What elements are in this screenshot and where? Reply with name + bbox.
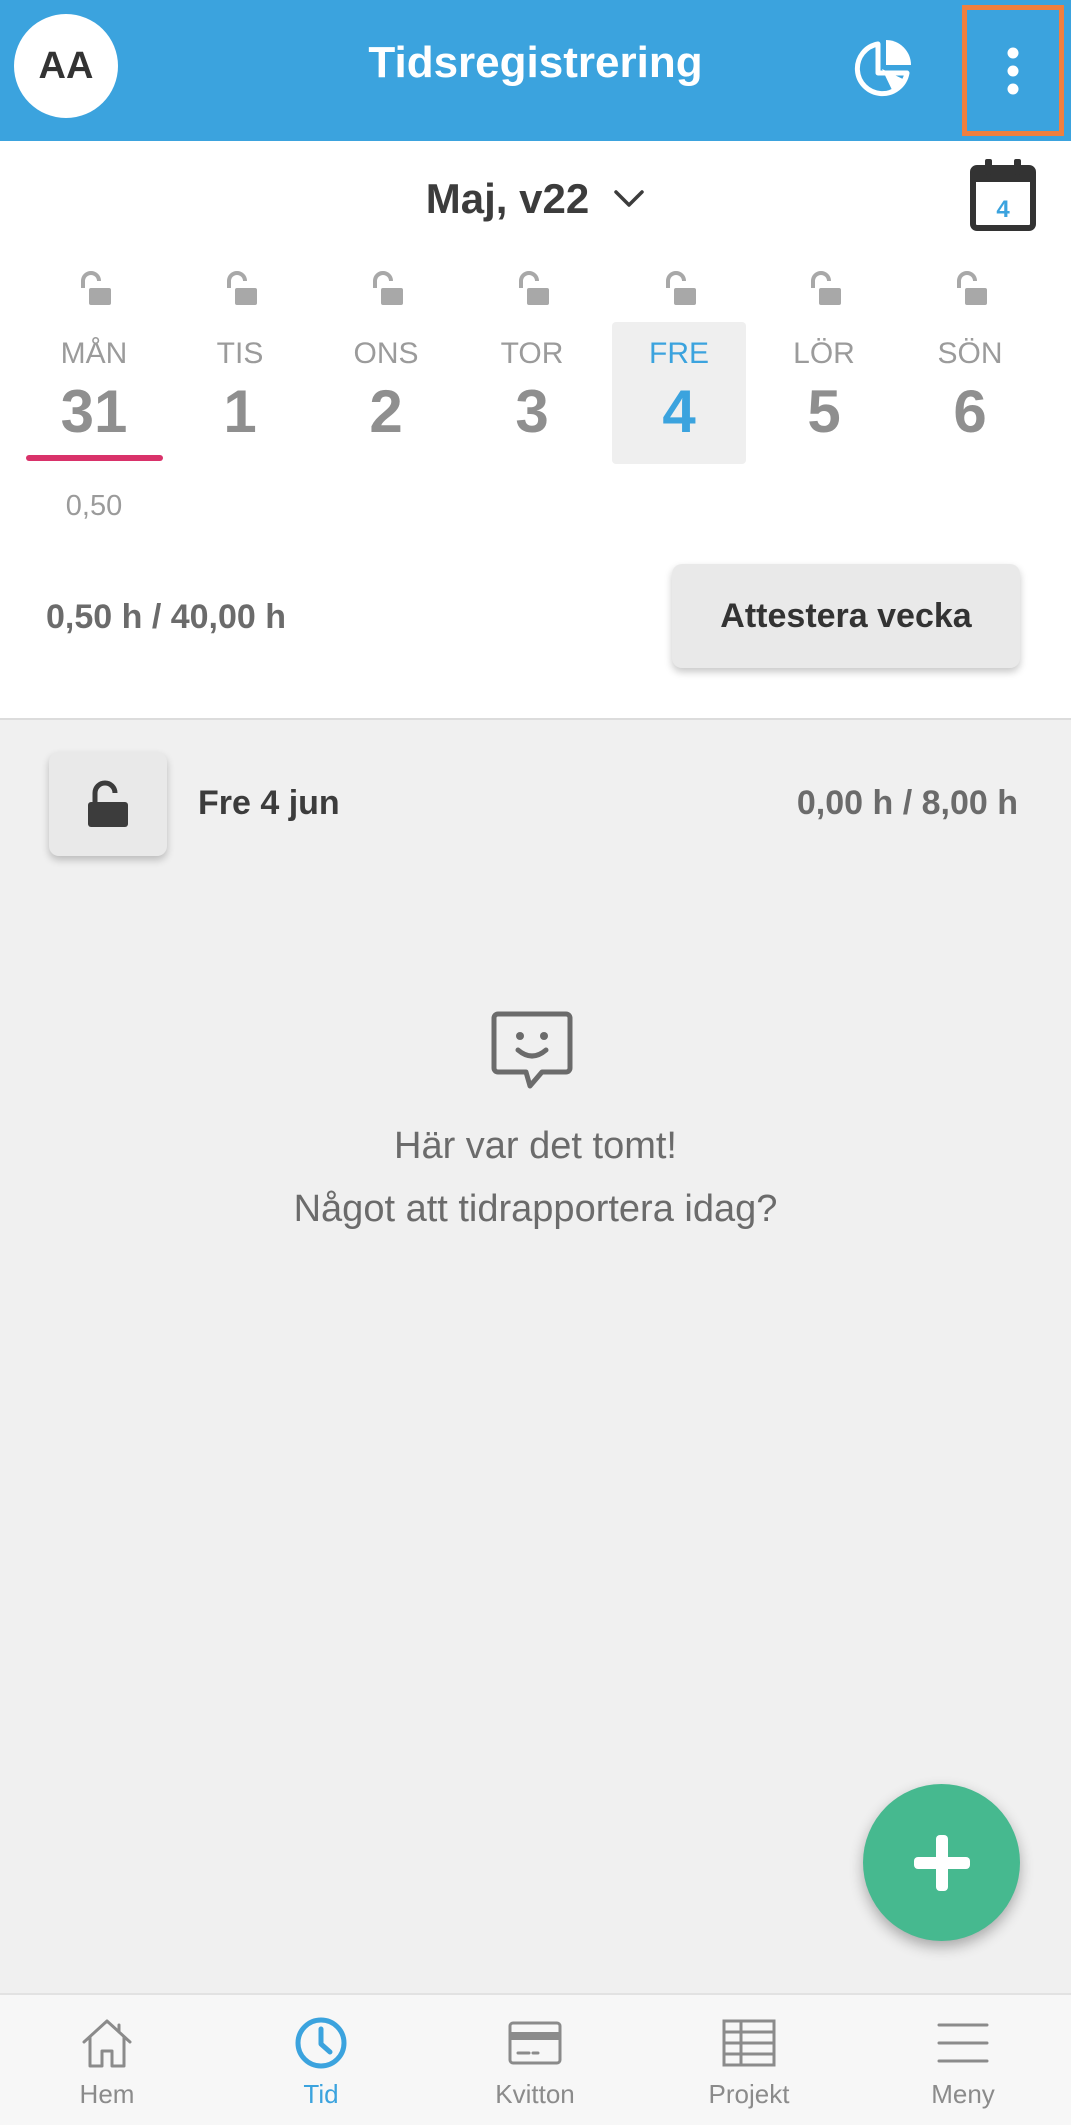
day-number: 31 [60,378,128,445]
day-total-hours: 0,00 h / 8,00 h [796,784,1018,822]
day-name: TIS [216,337,264,370]
unlocked-icon [666,271,696,305]
day-name: MÅN [60,337,128,370]
day-name: TOR [500,337,564,370]
day-number: 6 [953,378,987,445]
empty-state-subtitle: Något att tidrapportera idag? [293,1188,778,1230]
day-monday[interactable]: MÅN 31 [27,269,161,445]
unlocked-icon [227,271,257,305]
nav-label: Kvitton [495,2079,575,2109]
unlocked-icon [957,271,987,305]
unlocked-icon [519,271,549,305]
nav-item-receipts[interactable]: Kvitton [428,1995,642,2125]
day-name: LÖR [793,337,855,370]
day-wednesday[interactable]: ONS 2 [319,269,453,445]
day-name: SÖN [937,337,1003,370]
day-number: 2 [369,378,403,445]
home-icon [82,2019,132,2068]
credit-card-icon [508,2021,562,2065]
calendar-icon: 4 [970,159,1036,231]
calendar-button[interactable]: 4 [968,157,1038,233]
pie-chart-icon [854,40,911,97]
nav-label: Tid [303,2079,339,2109]
day-friday[interactable]: FRE 4 [612,271,746,464]
day-name: ONS [353,337,419,370]
day-number: 5 [807,378,841,445]
app-bar: AA Tidsregistrering [0,0,1071,141]
clock-icon [295,2017,347,2069]
nav-label: Projekt [708,2079,790,2109]
day-name: FRE [649,337,709,370]
today-indicator [26,455,163,461]
selected-day-date: Fre 4 jun [198,784,340,822]
day-number: 4 [662,378,696,445]
unlocked-icon [373,271,403,305]
statistics-button[interactable] [849,36,915,102]
nav-item-menu[interactable]: Meny [856,1995,1070,2125]
week-label: Maj, v22 [425,175,590,222]
week-selector[interactable]: Maj, v22 [0,175,1071,223]
day-hours-monday: 0,50 [65,490,123,522]
day-tuesday[interactable]: TIS 1 [173,269,307,445]
chevron-down-icon [614,190,644,207]
unlocked-icon [88,780,128,827]
day-sunday[interactable]: SÖN 6 [903,269,1037,445]
day-number: 3 [515,378,549,445]
week-total-hours: 0,50 h / 40,00 h [46,598,287,636]
lock-day-button[interactable] [49,752,167,856]
day-thursday[interactable]: TOR 3 [465,269,599,445]
nav-item-home[interactable]: Hem [0,1995,214,2125]
day-saturday[interactable]: LÖR 5 [757,269,891,445]
add-time-button[interactable] [863,1784,1020,1941]
more-vertical-icon [1007,47,1019,94]
plus-icon [913,1834,970,1891]
chat-smile-icon [491,1011,573,1089]
nav-item-projects[interactable]: Projekt [642,1995,856,2125]
nav-item-time[interactable]: Tid [214,1995,428,2125]
day-header: Fre 4 jun 0,00 h / 8,00 h [0,740,1071,860]
unlocked-icon [811,271,841,305]
nav-label: Meny [931,2079,995,2109]
nav-label: Hem [79,2079,135,2109]
attest-week-button[interactable]: Attestera vecka [672,564,1020,668]
table-icon [722,2019,776,2067]
bottom-navigation: Hem Tid Kvitton Projekt Meny [0,1993,1071,2125]
menu-icon [937,2023,989,2063]
day-number: 1 [223,378,257,445]
empty-state-title: Här var det tomt! [394,1125,677,1167]
svg-text:4: 4 [996,196,1010,223]
more-options-button[interactable] [962,5,1064,136]
unlocked-icon [81,271,111,305]
week-panel: Maj, v22 4 MÅN 31 TIS 1 ONS 2 TOR 3 FRE … [0,141,1071,720]
